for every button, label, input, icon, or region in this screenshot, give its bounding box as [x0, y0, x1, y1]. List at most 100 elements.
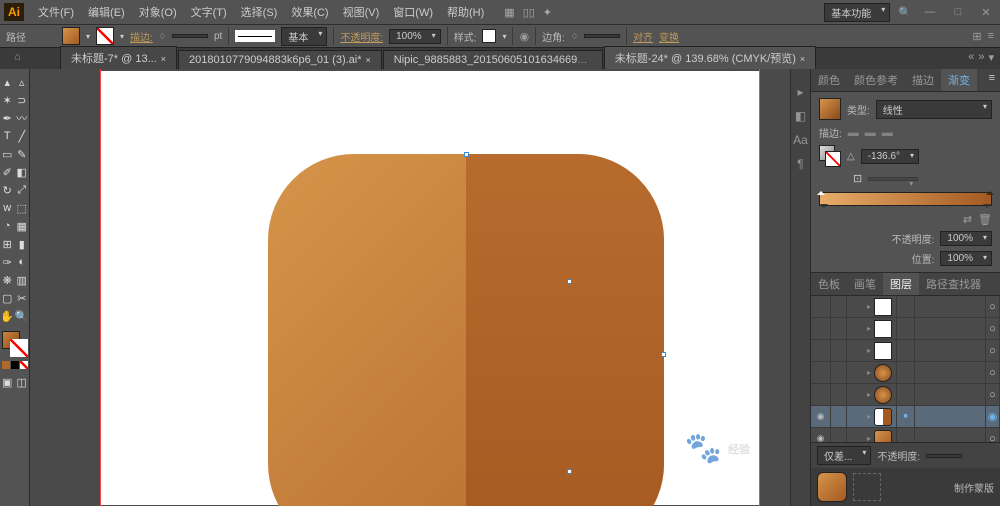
layer-list[interactable]: ▸○ ▸○ ▸○ ▸○ ▸○ ▸◉ ▸○	[811, 296, 1000, 442]
layer-row[interactable]: ▸○	[811, 296, 1000, 318]
rotate-tool[interactable]: ↻	[0, 181, 15, 199]
lasso-tool[interactable]: ⊃	[15, 91, 30, 109]
dock-panel-icon[interactable]: ◧	[795, 109, 806, 123]
profile-dropdown[interactable]: 基本	[281, 27, 327, 46]
anchor-point[interactable]	[464, 152, 469, 157]
width-tool[interactable]: w	[0, 199, 15, 217]
panel-menu-icon[interactable]: ≡	[984, 69, 1000, 91]
mask-target[interactable]	[853, 473, 881, 501]
line-tool[interactable]: ╱	[15, 127, 30, 145]
recolor-icon[interactable]: ◉	[519, 30, 529, 43]
artboard-tool[interactable]: ▢	[0, 289, 15, 307]
stroke-profile[interactable]	[235, 30, 275, 42]
menu-help[interactable]: 帮助(H)	[441, 2, 490, 22]
zoom-tool[interactable]: 🔍	[15, 307, 30, 325]
doc-tab-2[interactable]: 2018010779094883k6p6_01 (3).ai*×	[178, 50, 382, 69]
lock-toggle[interactable]	[831, 296, 847, 317]
layer-row[interactable]: ▸○	[811, 384, 1000, 406]
fill-swatch[interactable]	[62, 27, 80, 45]
dock-panel-icon[interactable]: Aa	[793, 133, 808, 147]
guide-left[interactable]	[100, 69, 101, 506]
stroke-link[interactable]: 描边:	[130, 29, 153, 44]
stroke-within-icon[interactable]: ▬	[848, 127, 859, 139]
style-swatch[interactable]	[482, 29, 496, 43]
tab-swatches[interactable]: 色板	[811, 273, 847, 295]
workspace-dropdown[interactable]: 基本功能	[824, 3, 890, 22]
visibility-toggle[interactable]	[811, 428, 831, 442]
tab-pathfinder[interactable]: 路径查找器	[919, 273, 988, 295]
tab-brushes[interactable]: 画笔	[847, 273, 883, 295]
visibility-toggle[interactable]	[811, 406, 831, 427]
anchor-point[interactable]	[567, 469, 572, 474]
layer-row[interactable]: ▸○	[811, 340, 1000, 362]
target-icon[interactable]	[897, 428, 915, 442]
gradient-tool[interactable]: ▮	[15, 235, 30, 253]
transform-link[interactable]: 变换	[659, 29, 679, 44]
lock-toggle[interactable]	[831, 340, 847, 361]
gradient-ramp[interactable]	[819, 192, 992, 206]
close-icon[interactable]: ×	[366, 55, 371, 65]
gradient-angle-input[interactable]: -136.6°	[861, 149, 919, 164]
lock-toggle[interactable]	[831, 384, 847, 405]
layer-row[interactable]: ▸○	[811, 362, 1000, 384]
fill-stroke-control[interactable]	[2, 331, 28, 357]
canvas[interactable]: 🐾经验	[30, 69, 790, 506]
rectangle-tool[interactable]: ▭	[0, 145, 15, 163]
free-transform-tool[interactable]: ⬚	[15, 199, 30, 217]
layer-row[interactable]: ▸○	[811, 318, 1000, 340]
direct-selection-tool[interactable]: ▵	[15, 73, 30, 91]
tab-layers[interactable]: 图层	[883, 273, 919, 295]
close-button[interactable]: ✕	[976, 5, 996, 19]
symbol-sprayer-tool[interactable]: ❋	[0, 271, 15, 289]
menu-effect[interactable]: 效果(C)	[285, 2, 334, 22]
lock-toggle[interactable]	[831, 318, 847, 339]
pen-tool[interactable]: ✒	[0, 109, 15, 127]
tab-stroke[interactable]: 描边	[905, 69, 941, 91]
target-icon[interactable]	[897, 340, 915, 361]
lock-toggle[interactable]	[831, 428, 847, 442]
opacity-input[interactable]: 100%	[389, 29, 441, 44]
corner-input[interactable]	[584, 34, 620, 38]
delete-stop-icon[interactable]: 🗑	[978, 213, 992, 226]
style-menu-icon[interactable]: ▾	[502, 32, 506, 41]
tab-prev-icon[interactable]: «	[968, 51, 974, 64]
selection-tool[interactable]: ▴	[0, 73, 15, 91]
visibility-toggle[interactable]	[811, 318, 831, 339]
eyedropper-tool[interactable]: ✑	[0, 253, 15, 271]
target-icon[interactable]	[897, 406, 915, 427]
opacity-input-2[interactable]	[926, 454, 962, 458]
hand-tool[interactable]: ✋	[0, 307, 15, 325]
visibility-toggle[interactable]	[811, 362, 831, 383]
dock-expand-icon[interactable]: ▸	[797, 85, 803, 99]
target-icon[interactable]	[897, 384, 915, 405]
screen-mode-toggle[interactable]: ◫	[15, 373, 30, 391]
lock-toggle[interactable]	[831, 406, 847, 427]
stroke-box[interactable]	[10, 339, 28, 357]
tab-next-icon[interactable]: »	[978, 51, 984, 64]
magic-wand-tool[interactable]: ✶	[0, 91, 15, 109]
stroke-along-icon[interactable]: ▬	[865, 127, 876, 139]
bridge-icon[interactable]: ▦	[504, 6, 514, 19]
maximize-button[interactable]: □	[948, 5, 968, 19]
visibility-toggle[interactable]	[811, 340, 831, 361]
tab-color-guide[interactable]: 颜色参考	[847, 69, 905, 91]
visibility-toggle[interactable]	[811, 384, 831, 405]
menu-select[interactable]: 选择(S)	[235, 2, 284, 22]
stroke-swatch[interactable]	[96, 27, 114, 45]
isolate-icon[interactable]: ⊞	[972, 30, 981, 43]
mask-thumbnail[interactable]	[817, 472, 847, 502]
doc-tab-4[interactable]: 未标题-24* @ 139.68% (CMYK/预览)×	[604, 46, 816, 69]
curvature-tool[interactable]: 〰	[15, 109, 30, 127]
eraser-tool[interactable]: ◧	[15, 163, 30, 181]
panel-menu-icon[interactable]: ≡	[988, 30, 994, 42]
menu-object[interactable]: 对象(O)	[133, 2, 183, 22]
screen-mode-normal[interactable]: ▣	[0, 373, 15, 391]
stroke-weight-input[interactable]	[172, 34, 208, 38]
fill-menu-icon[interactable]: ▾	[86, 32, 90, 41]
corner-stepper[interactable]: ♢	[571, 32, 578, 41]
menu-edit[interactable]: 编辑(E)	[82, 2, 131, 22]
visibility-toggle[interactable]	[811, 296, 831, 317]
stroke-across-icon[interactable]: ▬	[882, 127, 893, 139]
gradient-preview[interactable]	[819, 98, 841, 120]
target-icon[interactable]	[897, 318, 915, 339]
